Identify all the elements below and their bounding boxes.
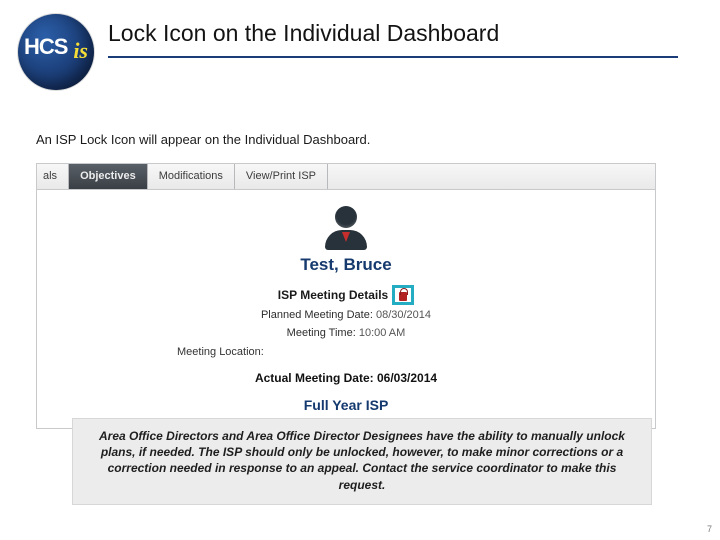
tab-goals-partial[interactable]: als [37,164,69,189]
page-title: Lock Icon on the Individual Dashboard [108,20,720,48]
plan-type: Full Year ISP [47,398,645,412]
meeting-time-value: 10:00 AM [359,327,405,339]
planned-date-label: Planned Meeting Date: [261,309,373,321]
tab-modifications[interactable]: Modifications [148,164,235,189]
isp-meeting-details-label: ISP Meeting Details [278,289,388,301]
logo-text-is: is [73,40,88,62]
lock-icon [398,289,408,301]
hcsis-logo: HCS is [18,14,94,90]
actual-date-value: 06/03/2014 [377,371,437,385]
meeting-time-label: Meeting Time: [287,327,356,339]
dashboard-screenshot: als Objectives Modifications View/Print … [36,163,656,429]
logo-text-hcs: HCS [24,36,67,58]
tab-bar: als Objectives Modifications View/Print … [37,164,655,190]
lock-highlight-box [392,285,414,305]
avatar-icon [322,206,370,254]
page-number: 7 [707,525,712,534]
director-note: Area Office Directors and Area Office Di… [72,418,652,505]
title-underline [108,56,678,58]
meeting-location-label: Meeting Location: [177,346,264,358]
individual-name: Test, Bruce [47,256,645,273]
actual-date-label: Actual Meeting Date: [255,371,374,385]
planned-date-value: 08/30/2014 [376,309,431,321]
tab-view-print-isp[interactable]: View/Print ISP [235,164,328,189]
tab-objectives[interactable]: Objectives [69,164,148,189]
intro-text: An ISP Lock Icon will appear on the Indi… [36,132,720,149]
